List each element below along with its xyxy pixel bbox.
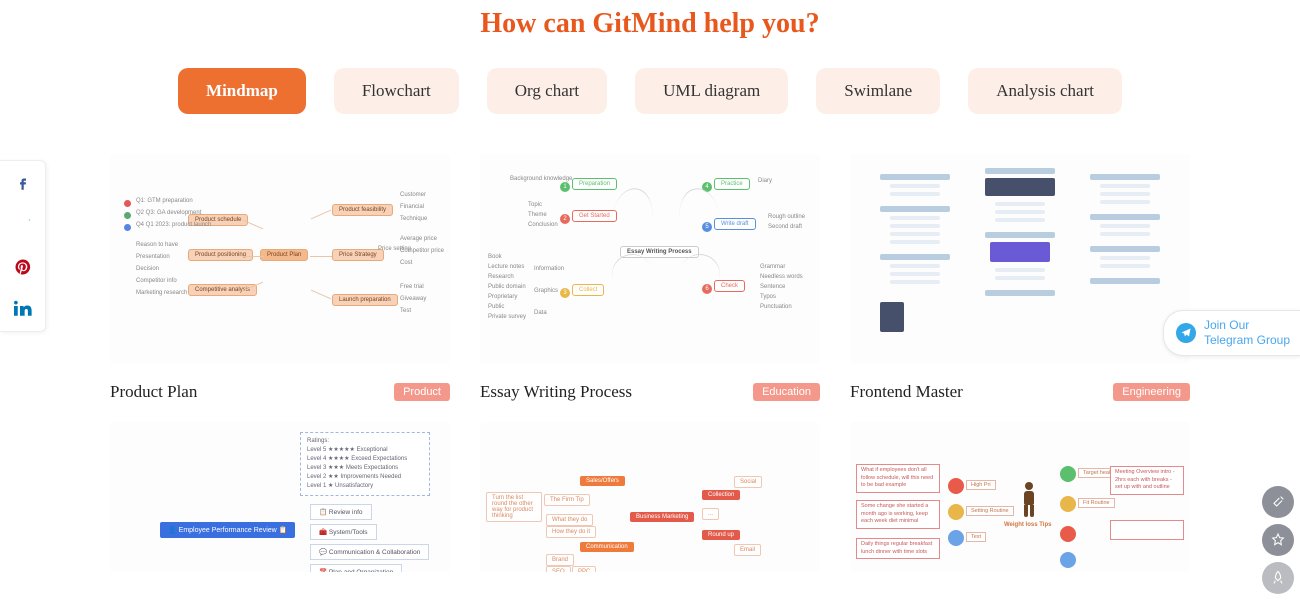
mm-node: Price Strategy (332, 249, 384, 261)
template-thumb: Business Marketing Sales/Offers Communic… (480, 422, 820, 572)
tab-uml[interactable]: UML diagram (635, 68, 788, 114)
tab-flowchart[interactable]: Flowchart (334, 68, 459, 114)
template-thumb: Weight loss Tips High Pri Setting Routin… (850, 422, 1190, 572)
template-card-weightloss[interactable]: Weight loss Tips High Pri Setting Routin… (850, 422, 1190, 572)
settings-tool-button[interactable] (1262, 486, 1294, 518)
mm-node: Product positioning (188, 249, 253, 261)
template-title: Frontend Master (850, 382, 963, 402)
ratings-box: Ratings: Level 5 ★★★★★ Exceptional Level… (300, 432, 430, 496)
templates-row-2: Ratings: Level 5 ★★★★★ Exceptional Level… (0, 422, 1300, 592)
mm-node: Launch preparation (332, 294, 398, 306)
tab-swimlane[interactable]: Swimlane (816, 68, 940, 114)
template-thumb: Essay Writing Process 1 Preparation 2 Ge… (480, 154, 820, 364)
category-tabs: Mindmap Flowchart Org chart UML diagram … (0, 68, 1300, 114)
mm-node: Product feasibility (332, 204, 393, 216)
tab-mindmap[interactable]: Mindmap (178, 68, 306, 114)
mm-node: Competitive analysis (188, 284, 257, 296)
template-badge: Product (394, 383, 450, 401)
template-thumb: Product Plan Product feasibility Price S… (110, 154, 450, 364)
facebook-icon[interactable] (13, 173, 33, 193)
linkedin-icon[interactable] (13, 299, 33, 319)
template-badge: Engineering (1113, 383, 1190, 401)
template-card-essay[interactable]: Essay Writing Process 1 Preparation 2 Ge… (480, 154, 820, 402)
rocket-tool-button[interactable] (1262, 562, 1294, 594)
mm-center: Weight loss Tips (1004, 522, 1051, 528)
person-icon (1020, 482, 1038, 518)
pinterest-icon[interactable] (13, 257, 33, 277)
page-heading: How can GitMind help you? (0, 0, 1300, 68)
templates-row-1: Product Plan Product feasibility Price S… (0, 154, 1300, 422)
perf-center: 👤 Employee Performance Review 📋 (160, 522, 295, 538)
tab-analysis[interactable]: Analysis chart (968, 68, 1122, 114)
mm-center: Business Marketing (630, 512, 694, 522)
template-thumb: Ratings: Level 5 ★★★★★ Exceptional Level… (110, 422, 450, 572)
tab-orgchart[interactable]: Org chart (487, 68, 607, 114)
template-card-frontend[interactable]: Frontend Master Engineering (850, 154, 1190, 402)
template-title: Product Plan (110, 382, 197, 402)
social-share-rail (0, 160, 46, 332)
telegram-icon (1176, 323, 1196, 343)
mm-center: Product Plan (260, 249, 308, 261)
floating-tools (1262, 486, 1294, 594)
template-card-performance[interactable]: Ratings: Level 5 ★★★★★ Exceptional Level… (110, 422, 450, 572)
favorite-tool-button[interactable] (1262, 524, 1294, 556)
template-badge: Education (753, 383, 820, 401)
template-thumb (850, 154, 1190, 364)
template-card-product-plan[interactable]: Product Plan Product feasibility Price S… (110, 154, 450, 402)
twitter-icon[interactable] (13, 215, 33, 235)
template-card-marketing[interactable]: Business Marketing Sales/Offers Communic… (480, 422, 820, 572)
telegram-join-button[interactable]: Join Our Telegram Group (1163, 310, 1300, 356)
template-title: Essay Writing Process (480, 382, 632, 402)
